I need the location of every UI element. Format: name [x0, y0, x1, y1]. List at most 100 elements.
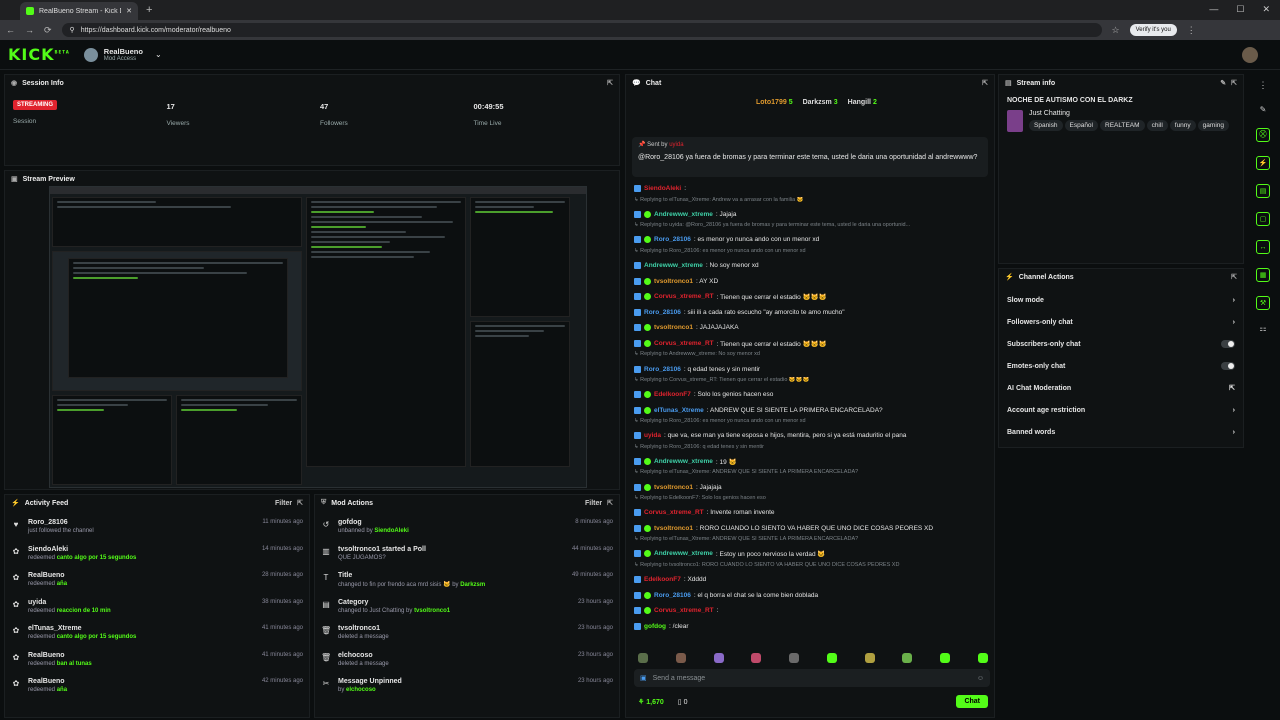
chat-username[interactable]: Roro_28106 — [654, 236, 691, 243]
chat-username[interactable]: EdelkoonF7 — [654, 391, 691, 398]
chat-message[interactable]: tvsoltronco1: RORO CUANDO LO SIENTO VA H… — [634, 521, 990, 537]
chat-username[interactable]: Roro_28106 — [644, 309, 681, 316]
chat-message[interactable]: tvsoltronco1: Jajajaja — [634, 479, 990, 495]
channel-action-emotes-only-chat[interactable]: Emotes-only chat — [999, 355, 1243, 377]
new-tab-icon[interactable]: + — [146, 4, 152, 16]
address-bar[interactable]: ⚲ https://dashboard.kick.com/moderator/r… — [61, 23, 1102, 37]
chevron-right-icon[interactable]: › — [1233, 429, 1235, 436]
activity-user[interactable]: elTunas_Xtreme — [28, 625, 255, 632]
chat-username[interactable]: Andrewww_xtreme — [654, 458, 713, 465]
emote-icon[interactable] — [638, 653, 648, 663]
emote-icon[interactable] — [789, 653, 800, 663]
chat-username[interactable]: Andrewww_xtreme — [654, 550, 713, 557]
chat-message[interactable]: Corvus_xtreme_RT: Invente roman invente — [634, 505, 990, 521]
tag-chip[interactable]: chill — [1146, 120, 1168, 131]
chat-username[interactable]: Roro_28106 — [644, 366, 681, 373]
channel-action-banned-words[interactable]: Banned words › — [999, 421, 1243, 443]
edit-icon[interactable]: ✎ — [1260, 105, 1267, 114]
chat-username[interactable]: tvsoltronco1 — [654, 278, 693, 285]
activity-user[interactable]: SiendoAleki — [28, 546, 255, 553]
chat-message[interactable]: Roro_28106: es menor yo nunca ando con u… — [634, 232, 990, 248]
chat-message[interactable]: EdelkoonF7: Xdddd — [634, 572, 990, 588]
toggle-switch[interactable] — [1221, 362, 1235, 370]
emote-icon[interactable] — [902, 653, 913, 663]
activity-item[interactable]: ✿ uyida redeemed reaccion de 10 min 38 minu… — [5, 599, 309, 626]
chat-username[interactable]: tvsoltronco1 — [654, 484, 693, 491]
popout-icon[interactable]: ⇱ — [1231, 79, 1237, 87]
shortcut-page-icon[interactable]: ▤ — [1256, 184, 1270, 198]
chat-message[interactable]: Andrewww_xtreme: No soy menor xd — [634, 258, 990, 274]
donor[interactable]: Loto1799 5 — [756, 99, 793, 106]
chat-username[interactable]: SiendoAleki — [644, 185, 681, 192]
chevron-right-icon[interactable]: › — [1233, 297, 1235, 304]
tag-chip[interactable]: Spanish — [1029, 120, 1063, 131]
filter-button[interactable]: Filter — [275, 500, 292, 507]
minimize-icon[interactable]: — — [1209, 4, 1218, 15]
chat-username[interactable]: Corvus_xtreme_RT — [644, 509, 704, 516]
close-tab-icon[interactable]: ✕ — [126, 7, 132, 15]
browser-tab[interactable]: RealBueno Stream - Kick Dashbo ✕ — [20, 2, 138, 20]
channel-action-account-age-restriction[interactable]: Account age restriction › — [999, 399, 1243, 421]
popout-icon[interactable]: ⇱ — [982, 79, 988, 87]
edit-icon[interactable]: ✎ — [1220, 79, 1226, 87]
activity-user[interactable]: Roro_28106 — [28, 519, 255, 526]
chat-input[interactable]: ▣ Send a message ☺ — [634, 669, 990, 687]
mod-action-target[interactable]: Darkzsm — [460, 582, 485, 588]
shortcut-layout-icon[interactable]: ▦ — [1256, 268, 1270, 282]
emote-icon[interactable] — [864, 653, 875, 663]
chat-message[interactable]: Corvus_xtreme_RT: Tienen que cerrar el e… — [634, 336, 990, 352]
mod-action-item[interactable]: 🗑 tvsoltronco1 deleted a message 23 hours … — [315, 625, 619, 652]
chat-username[interactable]: Andrewww_xtreme — [654, 211, 713, 218]
chat-message[interactable]: tvsoltronco1: AY XD — [634, 273, 990, 289]
chat-username[interactable]: elTunas_Xtreme — [654, 407, 704, 414]
send-chat-button[interactable]: Chat — [956, 695, 988, 708]
chat-username[interactable]: Corvus_xtreme_RT — [654, 293, 714, 300]
emote-icon[interactable] — [977, 653, 988, 663]
channel-action-slow-mode[interactable]: Slow mode › — [999, 289, 1243, 311]
stream-video[interactable] — [49, 186, 587, 488]
popout-icon[interactable]: ⇱ — [297, 499, 303, 507]
chat-username[interactable]: gofdog — [644, 623, 666, 630]
mod-action-item[interactable]: ▤ Category changed to Just Chatting by tvs… — [315, 599, 619, 626]
chat-message[interactable]: tvsoltronco1: JAJAJAJAKA — [634, 320, 990, 336]
chat-username[interactable]: tvsoltronco1 — [654, 324, 693, 331]
shortcut-chat-icon[interactable]: ▢ — [1256, 212, 1270, 226]
mod-action-item[interactable]: ↺ gofdog unbanned by SiendoAleki 8 minutes … — [315, 519, 619, 546]
user-avatar[interactable] — [1242, 47, 1258, 63]
emoji-icon[interactable]: ☺ — [977, 675, 984, 682]
external-link-icon[interactable]: ⇱ — [1229, 384, 1235, 392]
chat-username[interactable]: Corvus_xtreme_RT — [654, 607, 714, 614]
chat-message[interactable]: Corvus_xtreme_RT: — [634, 603, 990, 619]
chat-message[interactable]: uyida: que va, ese man ya tiene esposa e… — [634, 428, 990, 444]
shortcut-tool-icon[interactable]: ⚒ — [1256, 296, 1270, 310]
emote-icon[interactable] — [713, 653, 724, 663]
chat-message[interactable]: Corvus_xtreme_RT: Tienen que cerrar el e… — [634, 289, 990, 305]
more-icon[interactable]: ⋮ — [1259, 80, 1268, 91]
channel-action-ai-chat-moderation[interactable]: AI Chat Moderation ⇱ — [999, 377, 1243, 399]
chat-message[interactable]: elTunas_Xtreme: ANDREW QUE SI SIENTE LA … — [634, 403, 990, 419]
popout-icon[interactable]: ⇱ — [607, 499, 613, 507]
popout-icon[interactable]: ⇱ — [607, 79, 613, 87]
chat-username[interactable]: Corvus_xtreme_RT — [654, 340, 714, 347]
activity-item[interactable]: ♥ Roro_28106 just followed the channel 11 … — [5, 519, 309, 546]
chat-message[interactable]: EdelkoonF7: Solo los genios hacen eso — [634, 387, 990, 403]
channel-action-subscribers-only-chat[interactable]: Subscribers-only chat — [999, 333, 1243, 355]
mod-action-target[interactable]: elchocoso — [346, 687, 376, 693]
count-value[interactable]: ▯ 0 — [678, 698, 688, 706]
donor[interactable]: Darkzsm 3 — [803, 99, 838, 106]
chat-message[interactable]: Andrewww_xtreme: Jajaja — [634, 207, 990, 223]
chat-message[interactable]: Roro_28106: el q borra el chat se la com… — [634, 587, 990, 603]
activity-item[interactable]: ✿ SiendoAleki redeemed canto algo por 15 s… — [5, 546, 309, 573]
maximize-icon[interactable]: ☐ — [1236, 4, 1244, 15]
mod-action-item[interactable]: 🗑 elchocoso deleted a message 23 hours ago — [315, 652, 619, 679]
emote-icon[interactable] — [751, 653, 762, 663]
donor[interactable]: Hangill 2 — [848, 99, 877, 106]
activity-item[interactable]: ✿ elTunas_Xtreme redeemed canto algo por 1… — [5, 625, 309, 652]
chevron-right-icon[interactable]: › — [1233, 407, 1235, 414]
back-icon[interactable]: ← — [6, 25, 15, 35]
pinned-message[interactable]: 📌 Sent by uyida @Roro_28106 ya fuera de … — [632, 137, 988, 177]
activity-user[interactable]: uyida — [28, 599, 255, 606]
chat-message[interactable]: gofdog: /clear — [634, 618, 990, 634]
popout-icon[interactable]: ⇱ — [1231, 273, 1237, 281]
chat-username[interactable]: EdelkoonF7 — [644, 576, 681, 583]
